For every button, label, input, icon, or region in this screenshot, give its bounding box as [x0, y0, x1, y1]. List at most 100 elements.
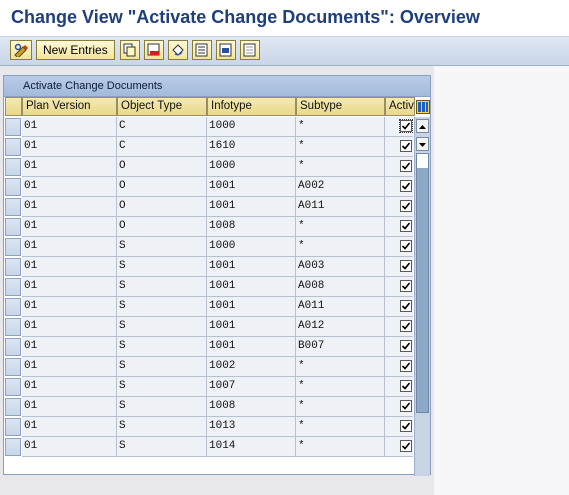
select-block-icon[interactable] [216, 40, 236, 60]
table-title: Activate Change Documents [23, 80, 163, 92]
table-cell-active [385, 237, 413, 257]
active-checkbox[interactable] [400, 140, 412, 152]
table-cell-plan: 01 [22, 337, 117, 357]
table-cell-plan: 01 [22, 117, 117, 137]
active-checkbox[interactable] [400, 440, 412, 452]
table-cell-plan: 01 [22, 237, 117, 257]
active-checkbox[interactable] [400, 400, 412, 412]
table-cell-otype: S [117, 397, 207, 417]
select-all-rows-button[interactable] [5, 97, 22, 116]
row-selector[interactable] [5, 298, 21, 316]
row-selector[interactable] [5, 278, 21, 296]
scroll-up-button[interactable] [416, 119, 429, 133]
table-cell-otype: S [117, 237, 207, 257]
row-selector[interactable] [5, 378, 21, 396]
select-all-icon[interactable] [192, 40, 212, 60]
table-cell-infotype: 1001 [207, 177, 296, 197]
table-cell-subtype: A012 [296, 317, 385, 337]
row-selector[interactable] [5, 318, 21, 336]
row-selector[interactable] [5, 178, 21, 196]
table-settings-icon[interactable] [416, 99, 430, 115]
table-cell-otype: O [117, 177, 207, 197]
table-cell-plan: 01 [22, 317, 117, 337]
column-header-infotype[interactable]: Infotype [207, 97, 296, 116]
row-selector[interactable] [5, 398, 21, 416]
table-cell-otype: C [117, 137, 207, 157]
table-cell-otype: S [117, 357, 207, 377]
column-header-subtype[interactable]: Subtype [296, 97, 385, 116]
active-checkbox[interactable] [400, 160, 412, 172]
vertical-scrollbar[interactable] [414, 117, 430, 476]
table-cell-infotype: 1014 [207, 437, 296, 457]
active-checkbox[interactable] [400, 320, 412, 332]
active-checkbox[interactable] [400, 380, 412, 392]
row-selector[interactable] [5, 418, 21, 436]
table-cell-otype: C [117, 117, 207, 137]
new-entries-button[interactable]: New Entries [36, 40, 115, 60]
table-cell-subtype: * [296, 157, 385, 177]
row-selector[interactable] [5, 438, 21, 456]
table-cell-infotype: 1007 [207, 377, 296, 397]
table-cell-infotype: 1001 [207, 337, 296, 357]
table-cell-subtype: * [296, 437, 385, 457]
table-cell-infotype: 1000 [207, 117, 296, 137]
active-checkbox[interactable] [400, 420, 412, 432]
table-cell-active [385, 257, 413, 277]
table-control: Activate Change Documents Plan Version O… [3, 75, 431, 476]
table-cell-otype: S [117, 317, 207, 337]
table-cell-otype: O [117, 197, 207, 217]
active-checkbox[interactable] [399, 119, 413, 133]
table-cell-infotype: 1001 [207, 277, 296, 297]
table-cell-plan: 01 [22, 157, 117, 177]
row-selector[interactable] [5, 138, 21, 156]
table-cell-infotype: 1001 [207, 297, 296, 317]
table-cell-active [385, 197, 413, 217]
table-cell-active [385, 337, 413, 357]
table-cell-subtype: * [296, 357, 385, 377]
table-cell-subtype: * [296, 137, 385, 157]
table-cell-plan: 01 [22, 297, 117, 317]
table-cell-active [385, 217, 413, 237]
column-header-object-type[interactable]: Object Type [117, 97, 207, 116]
table-cell-plan: 01 [22, 397, 117, 417]
active-checkbox[interactable] [400, 300, 412, 312]
deselect-all-icon[interactable] [240, 40, 260, 60]
table-cell-active [385, 417, 413, 437]
row-selector[interactable] [5, 258, 21, 276]
row-selector[interactable] [5, 118, 21, 136]
active-checkbox[interactable] [400, 200, 412, 212]
row-selector[interactable] [5, 158, 21, 176]
column-header-plan-version[interactable]: Plan Version [22, 97, 117, 116]
table-cell-active [385, 297, 413, 317]
active-checkbox[interactable] [400, 360, 412, 372]
active-checkbox[interactable] [400, 260, 412, 272]
active-checkbox[interactable] [400, 240, 412, 252]
column-header-active[interactable]: Activ [385, 97, 415, 116]
table-cell-active [385, 177, 413, 197]
row-selector[interactable] [5, 338, 21, 356]
active-checkbox[interactable] [400, 220, 412, 232]
active-checkbox[interactable] [400, 180, 412, 192]
undo-icon[interactable] [168, 40, 188, 60]
application-toolbar: New Entries [0, 37, 569, 66]
table-cell-active [385, 397, 413, 417]
scroll-down-button[interactable] [416, 137, 429, 151]
table-cell-plan: 01 [22, 277, 117, 297]
table-cell-otype: S [117, 297, 207, 317]
row-selector[interactable] [5, 218, 21, 236]
display-change-icon[interactable] [10, 40, 32, 60]
table-cell-subtype: * [296, 217, 385, 237]
row-selector[interactable] [5, 238, 21, 256]
table-cell-subtype: * [296, 397, 385, 417]
delete-icon[interactable] [144, 40, 164, 60]
row-selector[interactable] [5, 358, 21, 376]
table-cell-plan: 01 [22, 417, 117, 437]
active-checkbox[interactable] [400, 340, 412, 352]
copy-icon[interactable] [120, 40, 140, 60]
table-cell-subtype: A011 [296, 297, 385, 317]
active-checkbox[interactable] [400, 280, 412, 292]
scroll-thumb[interactable] [416, 153, 429, 413]
table-cell-otype: S [117, 337, 207, 357]
table-cell-plan: 01 [22, 137, 117, 157]
row-selector[interactable] [5, 198, 21, 216]
